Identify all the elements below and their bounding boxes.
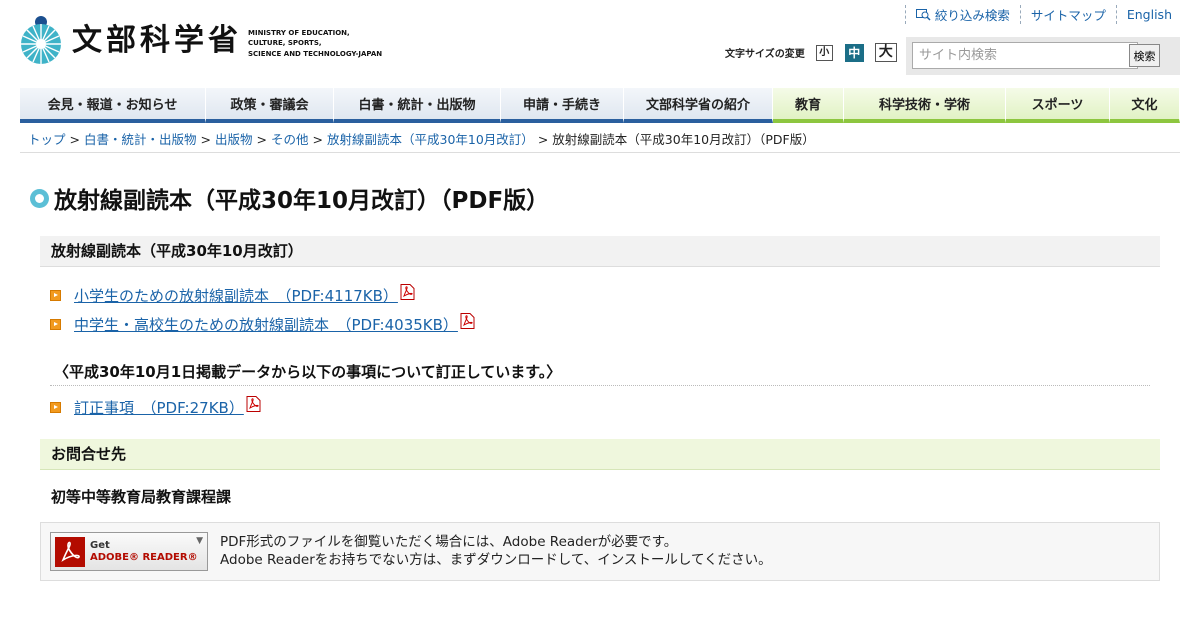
breadcrumb-separator: > [537, 132, 549, 147]
nav-item-press[interactable]: 会見・報道・お知らせ [20, 88, 206, 123]
font-size-small-button[interactable]: 小 [815, 44, 833, 61]
english-link[interactable]: English [1115, 5, 1180, 24]
get-adobe-reader-button[interactable]: Get ADOBE® READER® ▼ [50, 532, 208, 571]
arrow-bullet-icon [50, 319, 61, 330]
section-heading-reader: 放射線副読本（平成30年10月改訂） [40, 236, 1160, 267]
pdf-file-icon [246, 395, 261, 412]
refined-search-link[interactable]: 絞り込み検索 [904, 5, 1020, 24]
pdf-link-correction[interactable]: 訂正事項 （PDF:27KB） [74, 397, 244, 418]
pdf-file-icon [400, 283, 415, 300]
search-button[interactable]: 検索 [1129, 44, 1160, 67]
reader-button-line1: Get [90, 539, 110, 551]
breadcrumb-separator: > [200, 132, 211, 147]
breadcrumb-link-publication[interactable]: 出版物 [215, 132, 253, 147]
list-item: 中学生・高校生のための放射線副読本 （PDF:4035KB） [50, 310, 475, 339]
reader-button-line2: ADOBE® READER® [90, 551, 198, 563]
font-size-large-button[interactable]: 大 [874, 43, 897, 62]
site-logo[interactable]: 文部科学省 MINISTRY OF EDUCATION, CULTURE, SP… [20, 10, 382, 65]
search-filter-icon [915, 8, 931, 21]
correction-link-list: 訂正事項 （PDF:27KB） [50, 393, 261, 422]
nav-item-education[interactable]: 教育 [773, 88, 844, 123]
list-item: 訂正事項 （PDF:27KB） [50, 393, 261, 422]
nav-item-science[interactable]: 科学技術・学術 [844, 88, 1006, 123]
breadcrumb-link-publications[interactable]: 白書・統計・出版物 [84, 132, 197, 147]
breadcrumb-separator: > [256, 132, 267, 147]
pdf-link-list: 小学生のための放射線副読本 （PDF:4117KB） 中学生・高校生のための放射… [50, 281, 475, 339]
reader-text-line2: Adobe Readerをお持ちでない方は、まずダウンロードして、インストールし… [220, 552, 772, 568]
page-title-text: 放射線副読本（平成30年10月改訂）（PDF版） [54, 188, 550, 214]
nav-item-applications[interactable]: 申請・手続き [501, 88, 624, 123]
reader-instructions: PDF形式のファイルを御覧いただく場合には、Adobe Readerが必要です。… [220, 533, 772, 569]
nav-item-publications[interactable]: 白書・統計・出版物 [334, 88, 501, 123]
pdf-link-junior-senior[interactable]: 中学生・高校生のための放射線副読本 （PDF:4035KB） [74, 314, 458, 335]
list-item: 小学生のための放射線副読本 （PDF:4117KB） [50, 281, 475, 310]
reader-text-line1: PDF形式のファイルを御覧いただく場合には、Adobe Readerが必要です。 [220, 534, 678, 550]
logo-english-text: MINISTRY OF EDUCATION, CULTURE, SPORTS, … [248, 28, 383, 58]
adobe-logo-icon [55, 536, 85, 567]
mext-emblem-icon [21, 16, 61, 64]
sitemap-link[interactable]: サイトマップ [1019, 5, 1116, 24]
site-search: 検索 [906, 37, 1180, 75]
arrow-bullet-icon [50, 402, 61, 413]
nav-item-sports[interactable]: スポーツ [1006, 88, 1110, 123]
utility-links: 絞り込み検索 サイトマップ English [904, 5, 1180, 24]
global-nav: 会見・報道・お知らせ 政策・審議会 白書・統計・出版物 申請・手続き 文部科学省… [20, 88, 1180, 123]
correction-note: 〈平成30年10月1日掲載データから以下の事項について訂正しています。〉 [50, 361, 1150, 386]
download-arrow-icon: ▼ [196, 536, 203, 546]
font-size-label: 文字サイズの変更 [725, 49, 805, 60]
breadcrumb-link-reader[interactable]: 放射線副読本（平成30年10月改訂） [327, 132, 534, 147]
contact-department: 初等中等教育局教育課程課 [51, 488, 232, 506]
page-title: 放射線副読本（平成30年10月改訂）（PDF版） [30, 181, 549, 215]
section-heading-contact: お問合せ先 [40, 439, 1160, 470]
adobe-reader-notice: Get ADOBE® READER® ▼ PDF形式のファイルを御覧いただく場合… [40, 522, 1160, 581]
nav-item-about[interactable]: 文部科学省の紹介 [624, 88, 773, 123]
breadcrumb-divider [20, 152, 1180, 153]
breadcrumb-current: 放射線副読本（平成30年10月改訂）（PDF版） [552, 132, 815, 147]
font-size-switcher: 文字サイズの変更 小 中 大 [725, 43, 897, 62]
breadcrumb-separator: > [69, 132, 80, 147]
nav-item-policy[interactable]: 政策・審議会 [206, 88, 334, 123]
breadcrumb-separator: > [312, 132, 323, 147]
refined-search-label: 絞り込み検索 [934, 8, 1010, 23]
logo-japanese-text: 文部科学省 [72, 22, 242, 58]
search-input[interactable] [912, 42, 1138, 69]
pdf-file-icon [460, 312, 475, 329]
pdf-link-elementary[interactable]: 小学生のための放射線副読本 （PDF:4117KB） [74, 285, 398, 306]
breadcrumb-link-other[interactable]: その他 [271, 132, 309, 147]
title-bullet-icon [30, 188, 49, 208]
font-size-medium-button[interactable]: 中 [844, 43, 864, 62]
breadcrumb: トップ > 白書・統計・出版物 > 出版物 > その他 > 放射線副読本（平成30年10月改訂）… [28, 129, 815, 148]
arrow-bullet-icon [50, 290, 61, 301]
nav-item-culture[interactable]: 文化 [1110, 88, 1180, 123]
breadcrumb-link-top[interactable]: トップ [28, 132, 66, 147]
